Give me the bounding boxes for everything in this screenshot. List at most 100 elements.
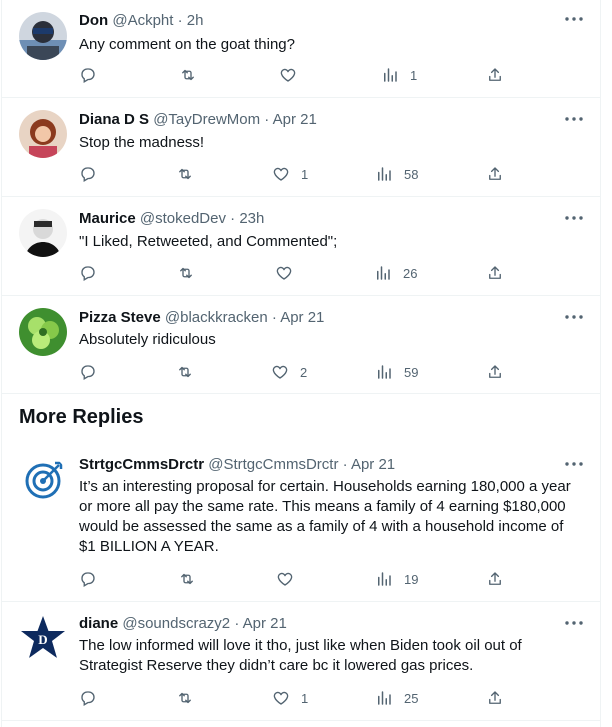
like-button[interactable]: 1 bbox=[272, 688, 308, 708]
tweet-header: Diana D S @TayDrewMom · Apr 21 bbox=[79, 111, 317, 129]
author-handle[interactable]: @blackkracken bbox=[165, 309, 268, 326]
author-handle[interactable]: @soundscrazy2 bbox=[122, 615, 230, 632]
author-name[interactable]: Don bbox=[79, 12, 108, 29]
more-icon[interactable] bbox=[564, 111, 584, 127]
reply-button[interactable] bbox=[79, 569, 108, 589]
like-button[interactable]: 2 bbox=[271, 362, 307, 382]
views-count: 19 bbox=[404, 571, 419, 587]
author-name[interactable]: Pizza Steve bbox=[79, 309, 161, 326]
views-icon bbox=[381, 66, 399, 84]
reply-icon bbox=[79, 689, 97, 707]
tweet-header: StrtgcCmmsDrctr @StrtgcCmmsDrctr · Apr 2… bbox=[79, 456, 395, 474]
timestamp[interactable]: Apr 21 bbox=[351, 456, 395, 473]
retweet-button[interactable] bbox=[176, 362, 205, 382]
share-button[interactable] bbox=[486, 569, 504, 589]
avatar[interactable] bbox=[19, 12, 67, 60]
views-count: 58 bbox=[404, 166, 419, 182]
avatar[interactable]: D bbox=[19, 614, 67, 662]
separator-dot: · bbox=[271, 309, 277, 326]
avatar[interactable] bbox=[19, 110, 67, 158]
retweet-icon bbox=[176, 363, 194, 381]
views-button[interactable]: 25 bbox=[375, 688, 418, 708]
like-button[interactable]: 1 bbox=[272, 164, 308, 184]
reply-icon bbox=[79, 165, 97, 183]
author-name[interactable]: diane bbox=[79, 615, 118, 632]
like-button[interactable] bbox=[275, 263, 304, 283]
share-button[interactable] bbox=[486, 688, 504, 708]
timestamp[interactable]: Apr 21 bbox=[273, 111, 317, 128]
author-name[interactable]: Maurice bbox=[79, 210, 136, 227]
views-button[interactable]: 19 bbox=[375, 569, 418, 589]
reply-button[interactable] bbox=[79, 164, 108, 184]
author-handle[interactable]: @stokedDev bbox=[140, 210, 226, 227]
more-icon[interactable] bbox=[564, 456, 584, 472]
retweet-button[interactable] bbox=[178, 569, 207, 589]
reply-tweet[interactable]: Pizza Steve @blackkracken · Apr 21 Absol… bbox=[2, 296, 600, 394]
like-icon bbox=[279, 66, 297, 84]
share-button[interactable] bbox=[486, 65, 504, 85]
separator-dot: · bbox=[342, 456, 348, 473]
more-replies-heading: More Replies bbox=[19, 406, 144, 428]
retweet-icon bbox=[176, 165, 194, 183]
retweet-button[interactable] bbox=[176, 688, 205, 708]
reply-button[interactable] bbox=[79, 688, 108, 708]
views-count: 26 bbox=[403, 265, 418, 281]
tweet-text: It’s an interesting proposal for certain… bbox=[79, 478, 571, 555]
more-icon[interactable] bbox=[564, 210, 584, 226]
timestamp[interactable]: Apr 21 bbox=[280, 309, 324, 326]
avatar[interactable] bbox=[19, 455, 67, 503]
avatar[interactable] bbox=[19, 308, 67, 356]
tweet-header: Maurice @stokedDev · 23h bbox=[79, 210, 264, 228]
reply-tweet[interactable]: Maurice @stokedDev · 23h "I Liked, Retwe… bbox=[2, 197, 600, 296]
views-count: 1 bbox=[410, 67, 418, 83]
share-button[interactable] bbox=[486, 164, 504, 184]
retweet-icon bbox=[177, 264, 195, 282]
more-icon[interactable] bbox=[564, 11, 584, 27]
reply-button[interactable] bbox=[79, 263, 108, 283]
tweet-text: The low informed will love it tho, just … bbox=[79, 637, 522, 674]
separator-dot: · bbox=[177, 12, 183, 29]
tweet-text: "I Liked, Retweeted, and Commented"; bbox=[79, 233, 338, 250]
views-button[interactable]: 59 bbox=[375, 362, 418, 382]
retweet-button[interactable] bbox=[177, 263, 206, 283]
tweet-header: diane @soundscrazy2 · Apr 21 bbox=[79, 615, 287, 633]
like-count: 1 bbox=[301, 690, 309, 706]
timestamp[interactable]: Apr 21 bbox=[243, 615, 287, 632]
author-handle[interactable]: @TayDrewMom bbox=[153, 111, 260, 128]
more-icon[interactable] bbox=[564, 309, 584, 325]
retweet-button[interactable] bbox=[176, 164, 205, 184]
share-button[interactable] bbox=[486, 362, 504, 382]
reply-button[interactable] bbox=[79, 362, 108, 382]
tweet-actions: 2 59 bbox=[79, 362, 519, 382]
timestamp[interactable]: 23h bbox=[239, 210, 264, 227]
retweet-icon bbox=[179, 66, 197, 84]
reply-tweet[interactable]: StrtgcCmmsDrctr @StrtgcCmmsDrctr · Apr 2… bbox=[2, 443, 600, 602]
like-button[interactable] bbox=[279, 65, 308, 85]
share-icon bbox=[486, 689, 504, 707]
tweet-header: Don @Ackpht · 2h bbox=[79, 12, 203, 30]
tweet-header: Pizza Steve @blackkracken · Apr 21 bbox=[79, 309, 324, 327]
views-button[interactable]: 26 bbox=[374, 263, 417, 283]
author-handle[interactable]: @StrtgcCmmsDrctr bbox=[208, 456, 338, 473]
separator-dot: · bbox=[230, 210, 236, 227]
timestamp[interactable]: 2h bbox=[187, 12, 204, 29]
more-icon[interactable] bbox=[564, 615, 584, 631]
views-button[interactable]: 1 bbox=[381, 65, 417, 85]
share-icon bbox=[486, 363, 504, 381]
separator-dot: · bbox=[264, 111, 270, 128]
reply-button[interactable] bbox=[79, 65, 108, 85]
reply-tweet[interactable]: D diane @soundscrazy2 · Apr 21 The low i… bbox=[2, 602, 600, 721]
like-button[interactable] bbox=[276, 569, 305, 589]
views-button[interactable]: 58 bbox=[375, 164, 418, 184]
author-handle[interactable]: @Ackpht bbox=[112, 12, 173, 29]
retweet-button[interactable] bbox=[179, 65, 208, 85]
reply-icon bbox=[79, 363, 97, 381]
reply-tweet[interactable]: Don @Ackpht · 2h Any comment on the goat… bbox=[2, 0, 600, 98]
avatar[interactable] bbox=[19, 209, 67, 257]
author-name[interactable]: Diana D S bbox=[79, 111, 149, 128]
author-name[interactable]: StrtgcCmmsDrctr bbox=[79, 456, 204, 473]
like-icon bbox=[272, 165, 290, 183]
share-button[interactable] bbox=[486, 263, 504, 283]
retweet-icon bbox=[176, 689, 194, 707]
reply-tweet[interactable]: Diana D S @TayDrewMom · Apr 21 Stop the … bbox=[2, 98, 600, 197]
